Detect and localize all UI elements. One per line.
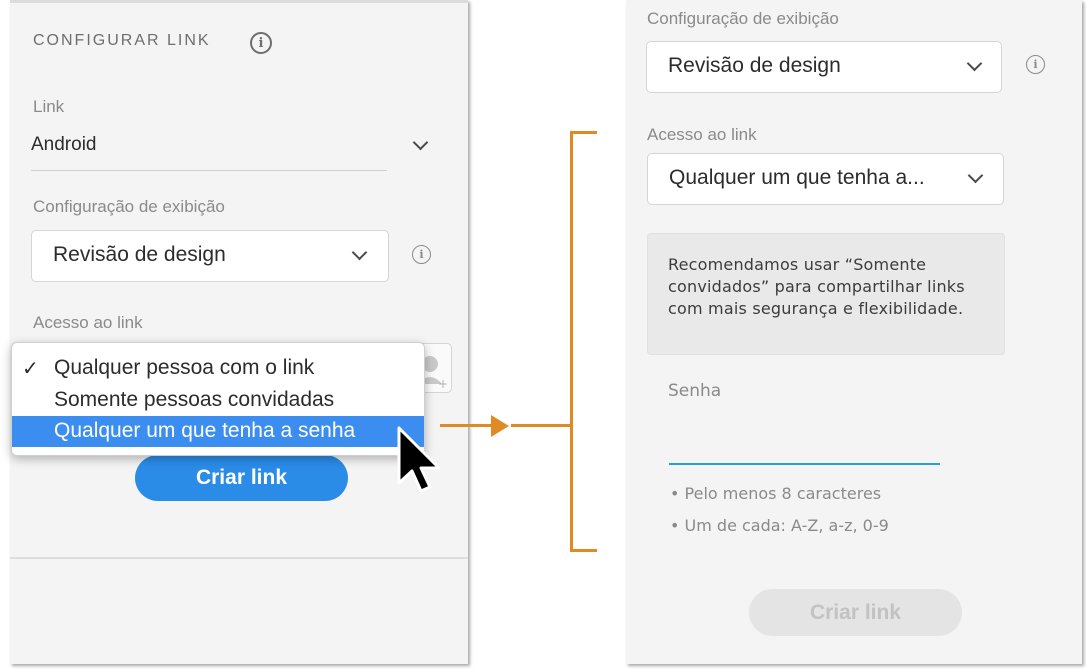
display-settings-select[interactable]: Revisão de design	[646, 41, 1002, 93]
recommendation-note: Recomendamos usar “Somente convidados” p…	[647, 233, 1005, 355]
display-settings-label: Configuração de exibição	[33, 197, 225, 216]
bracket-vertical	[570, 131, 573, 552]
password-input[interactable]	[668, 420, 944, 464]
password-underline	[669, 463, 940, 465]
link-select[interactable]: Android	[31, 131, 387, 171]
bracket-bottom	[570, 549, 597, 552]
svg-text:+: +	[438, 377, 448, 391]
link-access-menu: ✓ Qualquer pessoa com o link Somente pes…	[11, 342, 425, 456]
display-settings-value: Revisão de design	[53, 243, 226, 266]
link-access-select[interactable]: Qualquer um que tenha a...	[647, 153, 1004, 205]
password-link-panel: Configuração de exibição Revisão de desi…	[626, 0, 1082, 664]
connector-line	[511, 424, 573, 427]
chevron-down-icon[interactable]	[412, 134, 429, 151]
info-icon[interactable]: i	[250, 32, 272, 54]
connector-line	[440, 424, 492, 427]
display-info-icon[interactable]: i	[412, 245, 431, 264]
menu-item-label: Qualquer pessoa com o link	[54, 356, 315, 379]
configure-link-panel: CONFIGURAR LINK i Link Android Configura…	[10, 0, 468, 664]
menu-item-label: Qualquer um que tenha a senha	[54, 419, 356, 442]
arrow-right-icon	[491, 415, 509, 437]
password-rule: • Um de cada: A-Z, a-z, 0-9	[670, 516, 889, 535]
link-underline	[31, 170, 387, 171]
link-access-value: Qualquer um que tenha a...	[669, 166, 925, 189]
password-label: Senha	[668, 381, 722, 401]
display-info-icon[interactable]: i	[1026, 55, 1045, 74]
display-settings-value: Revisão de design	[668, 54, 841, 77]
menu-item-with-password[interactable]: Qualquer um que tenha a senha	[12, 416, 424, 447]
bracket-top	[570, 131, 597, 134]
menu-item-label: Somente pessoas convidadas	[54, 388, 335, 411]
menu-item-anyone-with-link[interactable]: ✓ Qualquer pessoa com o link	[12, 352, 424, 384]
create-link-button[interactable]: Criar link	[135, 455, 348, 501]
create-link-button[interactable]: Criar link	[749, 589, 962, 636]
link-value: Android	[31, 134, 97, 155]
panel-heading: CONFIGURAR LINK	[33, 32, 211, 49]
password-rule: • Pelo menos 8 caracteres	[670, 484, 882, 503]
link-label: Link	[33, 97, 65, 116]
link-access-label: Acesso ao link	[33, 313, 143, 332]
mouse-pointer-icon	[397, 426, 441, 493]
display-settings-select[interactable]: Revisão de design	[31, 230, 389, 282]
menu-item-invited-only[interactable]: Somente pessoas convidadas	[12, 384, 424, 416]
chevron-down-icon	[351, 244, 368, 261]
chevron-down-icon	[966, 55, 983, 72]
link-access-label: Acesso ao link	[647, 125, 757, 144]
checkmark-icon: ✓	[22, 358, 39, 380]
display-settings-label: Configuração de exibição	[647, 9, 839, 28]
chevron-down-icon	[967, 167, 984, 184]
section-divider	[10, 557, 468, 559]
